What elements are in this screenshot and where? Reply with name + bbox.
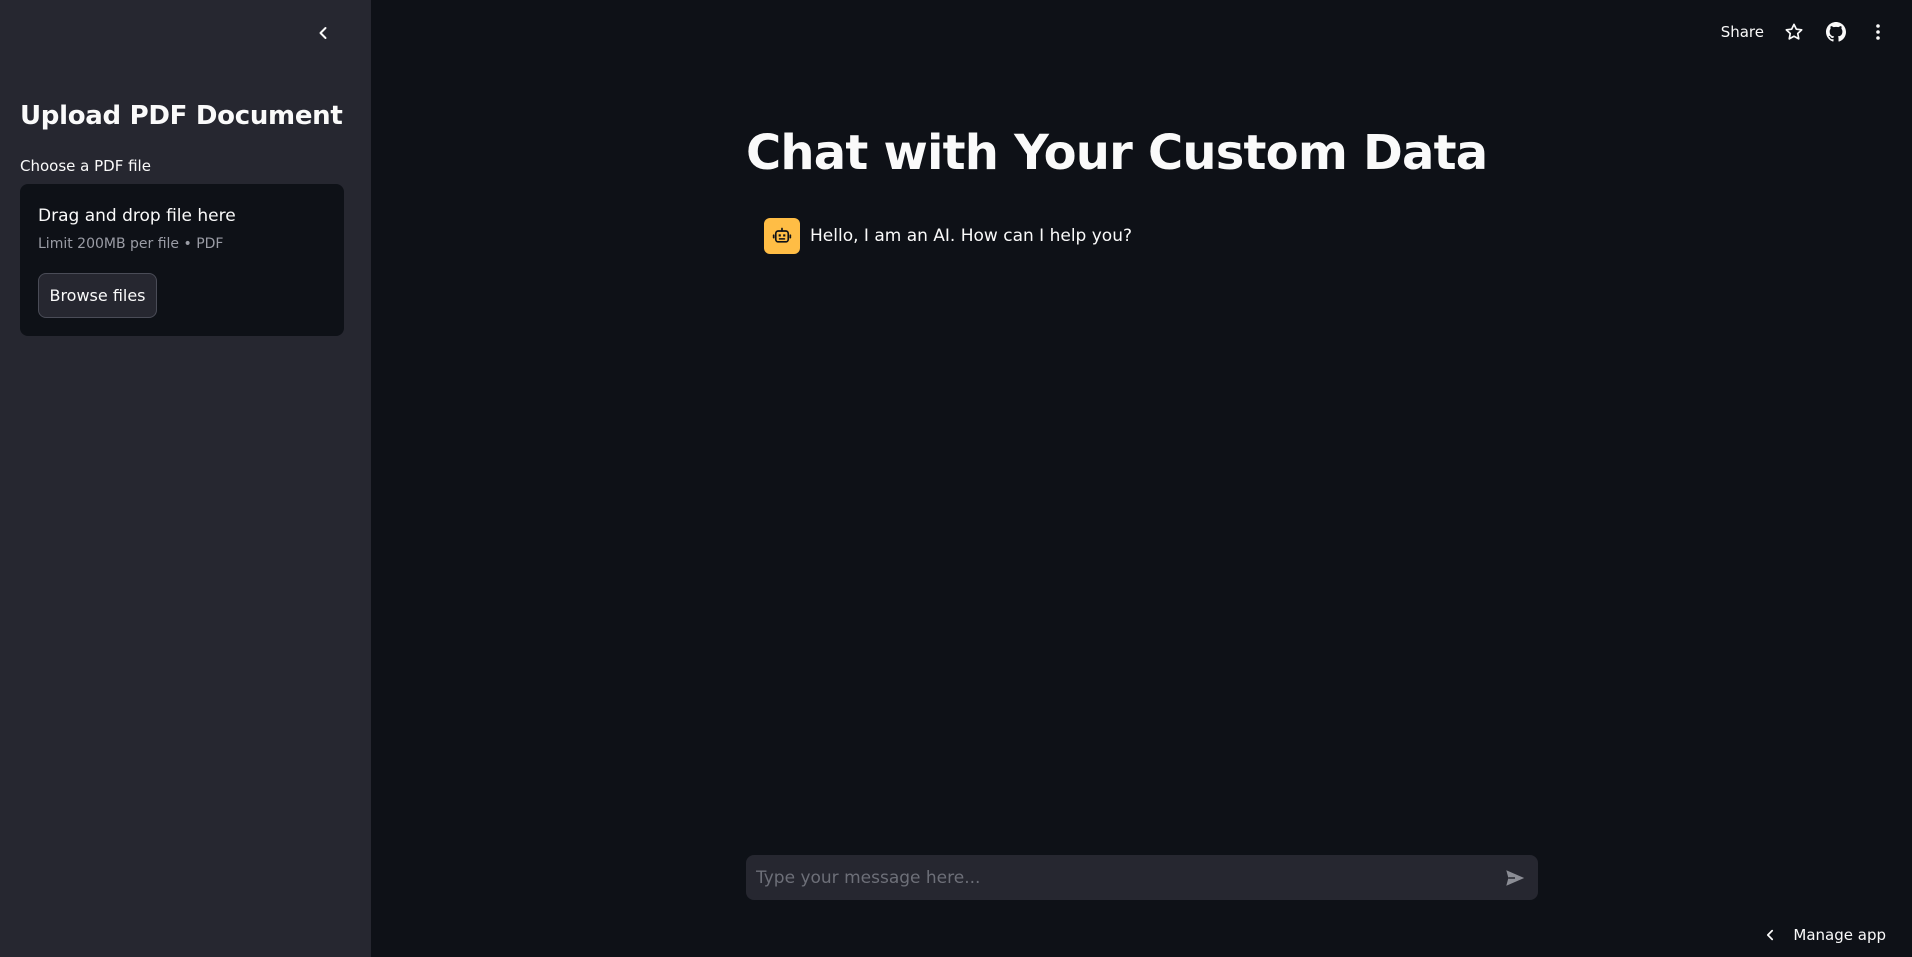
header-toolbar: Share [1721,18,1890,46]
chat-input-container [746,855,1538,900]
dropzone-limit-text: Limit 200MB per file • PDF [38,236,224,252]
send-icon [1506,870,1525,886]
sidebar-collapse-button[interactable] [310,20,336,46]
app-root: Upload PDF Document Choose a PDF file Dr… [0,0,1912,957]
send-button[interactable] [1502,865,1528,891]
chat-input[interactable] [746,855,1486,900]
share-button[interactable]: Share [1721,23,1764,41]
dropzone-title: Drag and drop file here [38,206,236,226]
assistant-avatar [764,218,800,254]
file-uploader-label: Choose a PDF file [20,157,151,175]
chat-message-assistant: Hello, I am an AI. How can I help you? [764,218,1132,254]
chat-message-text: Hello, I am an AI. How can I help you? [810,226,1133,246]
sidebar: Upload PDF Document Choose a PDF file Dr… [0,0,371,957]
page-title: Chat with Your Custom Data [746,125,1488,181]
browse-files-button[interactable]: Browse files [38,273,157,318]
manage-app-button[interactable]: Manage app [1763,926,1886,944]
chevron-left-icon [1767,929,1774,941]
github-icon[interactable] [1824,20,1848,44]
manage-app-label: Manage app [1793,926,1886,944]
file-dropzone[interactable]: Drag and drop file here Limit 200MB per … [20,184,344,336]
chevron-left-icon [319,27,327,39]
star-icon[interactable] [1782,20,1806,44]
robot-icon [772,227,792,243]
more-vertical-icon[interactable] [1866,20,1890,44]
sidebar-title: Upload PDF Document [20,101,343,131]
